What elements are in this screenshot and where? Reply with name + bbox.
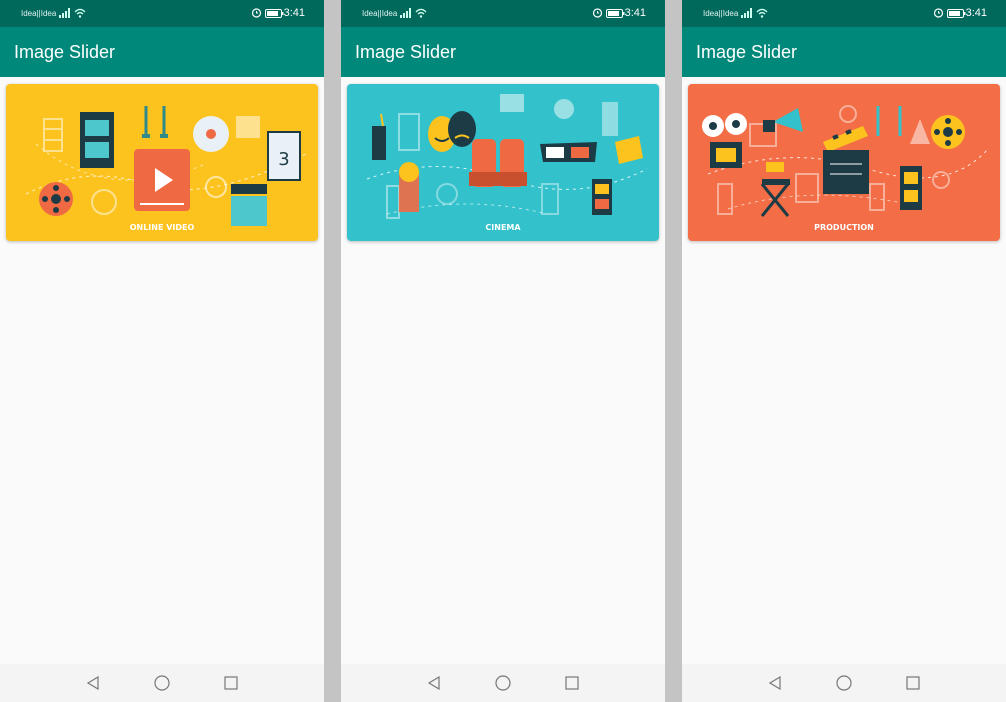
battery-icon bbox=[265, 9, 284, 18]
slide-caption: PRODUCTION bbox=[814, 223, 874, 232]
battery-icon bbox=[606, 9, 625, 18]
app-bar: Image Slider bbox=[341, 27, 665, 77]
app-bar: Image Slider bbox=[0, 27, 324, 77]
phone-screen-2: Idea||Idea 3:41 Image Slider CINEMA bbox=[341, 0, 665, 702]
app-title: Image Slider bbox=[696, 42, 798, 62]
slide-caption: ONLINE VIDEO bbox=[129, 223, 195, 232]
status-bar: Idea||Idea 3:41 bbox=[341, 0, 665, 27]
image-slider-card[interactable]: CINEMA bbox=[347, 84, 659, 241]
app-title: Image Slider bbox=[14, 42, 116, 62]
back-icon[interactable] bbox=[427, 676, 441, 690]
status-time: 3:41 bbox=[965, 7, 987, 19]
signal-icon bbox=[400, 8, 411, 18]
back-icon[interactable] bbox=[768, 676, 782, 690]
svg-text:3: 3 bbox=[278, 149, 289, 170]
home-icon[interactable] bbox=[154, 675, 170, 691]
recents-icon[interactable] bbox=[906, 676, 920, 690]
app-title: Image Slider bbox=[355, 42, 457, 62]
alarm-icon bbox=[592, 8, 603, 18]
home-icon[interactable] bbox=[836, 675, 852, 691]
production-illustration bbox=[702, 105, 989, 217]
phone-screen-1: Idea||Idea 3:41 Image Slider 3 ONLINE VI… bbox=[0, 0, 324, 702]
online-video-illustration: 3 bbox=[25, 106, 307, 226]
navigation-bar bbox=[341, 664, 665, 702]
navigation-bar bbox=[0, 664, 324, 702]
app-bar: Image Slider bbox=[682, 27, 1006, 77]
slide-caption: CINEMA bbox=[485, 223, 521, 232]
battery-icon bbox=[947, 9, 966, 18]
carrier-label: Idea||Idea bbox=[21, 9, 57, 18]
wifi-icon bbox=[415, 8, 427, 18]
carrier-label: Idea||Idea bbox=[362, 9, 398, 18]
navigation-bar bbox=[682, 664, 1006, 702]
status-bar: Idea||Idea 3:41 bbox=[682, 0, 1006, 27]
alarm-icon bbox=[933, 8, 944, 18]
signal-icon bbox=[741, 8, 752, 18]
wifi-icon bbox=[74, 8, 86, 18]
wifi-icon bbox=[756, 8, 768, 18]
image-slider-card[interactable]: PRODUCTION bbox=[688, 84, 1000, 241]
phone-screen-3: Idea||Idea 3:41 Image Slider PRODUCTION bbox=[682, 0, 1006, 702]
signal-icon bbox=[59, 8, 70, 18]
carrier-label: Idea||Idea bbox=[703, 9, 739, 18]
recents-icon[interactable] bbox=[224, 676, 238, 690]
status-bar: Idea||Idea 3:41 bbox=[0, 0, 324, 27]
home-icon[interactable] bbox=[495, 675, 511, 691]
image-slider-card[interactable]: 3 ONLINE VIDEO bbox=[6, 84, 318, 241]
back-icon[interactable] bbox=[86, 676, 100, 690]
recents-icon[interactable] bbox=[565, 676, 579, 690]
cinema-illustration bbox=[366, 94, 648, 219]
status-time: 3:41 bbox=[624, 7, 646, 19]
status-time: 3:41 bbox=[283, 7, 305, 19]
alarm-icon bbox=[251, 8, 262, 18]
